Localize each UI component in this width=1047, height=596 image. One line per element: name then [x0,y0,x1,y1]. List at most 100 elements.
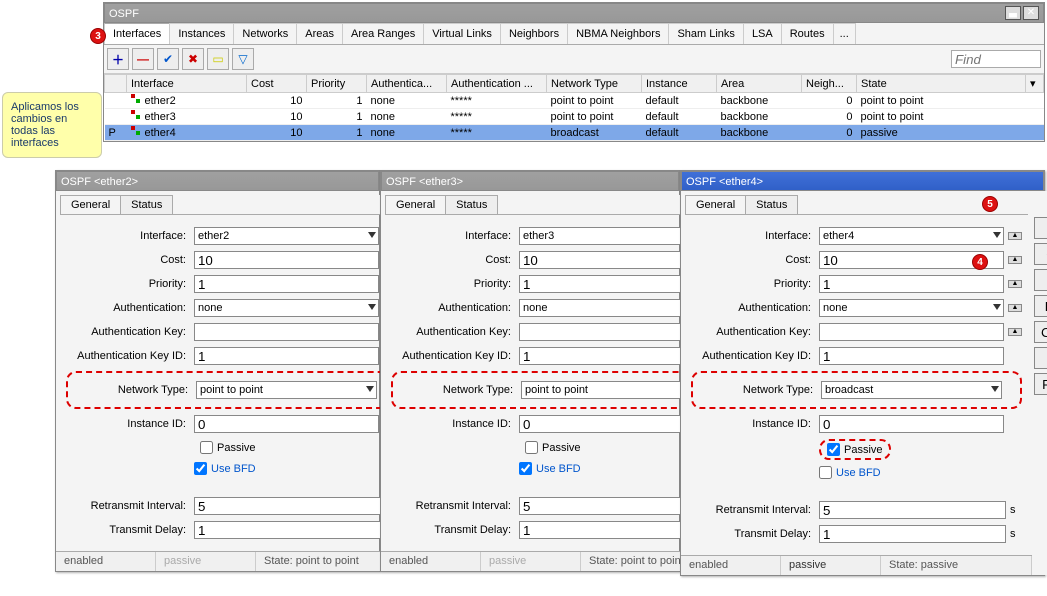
text-input[interactable] [819,501,1006,519]
up-arrow-icon[interactable]: ▲ [1008,328,1022,336]
passive-checkbox[interactable]: Passive [200,441,256,454]
combo-input[interactable]: point to point [521,381,702,399]
apply-button[interactable]: Apply [1034,269,1047,291]
table-row[interactable]: Pether4101none*****broadcastdefaultbackb… [105,125,1044,141]
text-input[interactable] [519,415,704,433]
up-arrow-icon[interactable]: ▲ [1008,280,1022,288]
text-input[interactable] [519,347,704,365]
text-input[interactable] [819,275,1004,293]
col-header[interactable]: Authentica... [367,75,447,93]
combo-input[interactable]: ether4 [819,227,1004,245]
text-input[interactable] [194,521,381,539]
main-tab-lsa[interactable]: LSA [743,23,782,44]
comment-button[interactable]: Comment [1034,321,1047,343]
dialog-tab-general[interactable]: General [385,195,446,214]
main-tab-areas[interactable]: Areas [296,23,343,44]
text-input[interactable] [519,275,704,293]
dialog-tab-status[interactable]: Status [445,195,498,214]
up-arrow-icon[interactable]: ▲ [1008,232,1022,240]
use-bfd-checkbox[interactable]: Use BFD [194,462,256,475]
dialog-tab-status[interactable]: Status [120,195,173,214]
text-input[interactable] [519,251,704,269]
disable-button[interactable]: Disable [1034,295,1047,317]
text-input[interactable] [519,497,706,515]
main-tab-interfaces[interactable]: Interfaces [104,23,170,44]
combo-input[interactable]: point to point [196,381,377,399]
enable-button[interactable]: ✔ [157,48,179,70]
combo-input[interactable]: broadcast [821,381,1002,399]
main-tab-instances[interactable]: Instances [169,23,234,44]
text-input[interactable] [194,275,379,293]
col-header[interactable]: Area [717,75,802,93]
col-header[interactable]: Instance [642,75,717,93]
toolbar: ＋ — ✔ ✖ ▭ ▽ [104,45,1044,74]
dialog-titlebar[interactable]: OSPF <ether2> [56,171,379,191]
col-header[interactable]: Interface [127,75,247,93]
text-input[interactable] [194,251,379,269]
main-tab-sham-links[interactable]: Sham Links [668,23,743,44]
label-priority: Priority: [66,278,186,290]
main-tab-neighbors[interactable]: Neighbors [500,23,568,44]
main-tab-area-ranges[interactable]: Area Ranges [342,23,424,44]
text-input[interactable] [519,521,706,539]
dialog-title: OSPF <ether2> [61,172,138,190]
main-tab--[interactable]: ... [833,23,856,44]
text-input[interactable] [194,347,379,365]
table-row[interactable]: ether2101none*****point to pointdefaultb… [105,93,1044,109]
dialog-tab-general[interactable]: General [685,195,746,214]
disable-button[interactable]: ✖ [182,48,204,70]
text-input[interactable] [194,497,381,515]
text-input[interactable] [194,323,379,341]
main-tab-networks[interactable]: Networks [233,23,297,44]
text-input[interactable] [194,415,379,433]
text-input[interactable] [819,525,1006,543]
combo-input[interactable]: none [819,299,1004,317]
passive-checkbox[interactable]: Passive [827,443,883,456]
filter-button[interactable]: ▽ [232,48,254,70]
label-retransmit-interval: Retransmit Interval: [691,504,811,516]
col-header[interactable]: Neigh... [802,75,857,93]
use-bfd-checkbox[interactable]: Use BFD [819,466,881,479]
main-tab-virtual-links[interactable]: Virtual Links [423,23,501,44]
up-arrow-icon[interactable]: ▲ [1008,256,1022,264]
dialog-title: OSPF <ether3> [386,172,463,190]
remove-button[interactable]: Remove [1034,373,1047,395]
dialog-titlebar[interactable]: OSPF <ether4> [681,171,1044,191]
passive-checkbox[interactable]: Passive [525,441,581,454]
col-header[interactable]: State [857,75,1026,93]
col-header[interactable]: Network Type [547,75,642,93]
add-button[interactable]: ＋ [107,48,129,70]
comment-button[interactable]: ▭ [207,48,229,70]
field-priority: Priority:▲ [391,275,722,293]
combo-input[interactable]: none [194,299,379,317]
col-menu[interactable]: ▾ [1026,75,1044,93]
copy-button[interactable]: Copy [1034,347,1047,369]
text-input[interactable] [819,415,1004,433]
dialog-tab-general[interactable]: General [60,195,121,214]
ok-button[interactable]: OK [1034,217,1047,239]
col-header[interactable]: Cost [247,75,307,93]
main-tab-routes[interactable]: Routes [781,23,834,44]
minimize-icon[interactable]: ▃ [1005,6,1021,20]
col-header[interactable]: Authentication ... [447,75,547,93]
col-header[interactable] [105,75,127,93]
combo-input[interactable]: ether3 [519,227,704,245]
main-tab-nbma-neighbors[interactable]: NBMA Neighbors [567,23,669,44]
use-bfd-checkbox[interactable]: Use BFD [519,462,581,475]
table-row[interactable]: ether3101none*****point to pointdefaultb… [105,109,1044,125]
combo-input[interactable]: ether2 [194,227,379,245]
up-arrow-icon[interactable]: ▲ [1008,304,1022,312]
close-icon[interactable]: ✕ [1023,6,1039,20]
dialog-titlebar[interactable]: OSPF <ether3> [381,171,679,191]
field-network-type: Network Type:point to point [393,381,720,399]
text-input[interactable] [819,323,1004,341]
text-input[interactable] [819,347,1004,365]
combo-input[interactable]: none [519,299,704,317]
remove-button[interactable]: — [132,48,154,70]
field-network-type: Network Type:point to point [68,381,395,399]
find-input[interactable] [951,50,1041,68]
dialog-tab-status[interactable]: Status [745,195,798,214]
text-input[interactable] [519,323,704,341]
cancel-button[interactable]: Cancel [1034,243,1047,265]
col-header[interactable]: Priority [307,75,367,93]
